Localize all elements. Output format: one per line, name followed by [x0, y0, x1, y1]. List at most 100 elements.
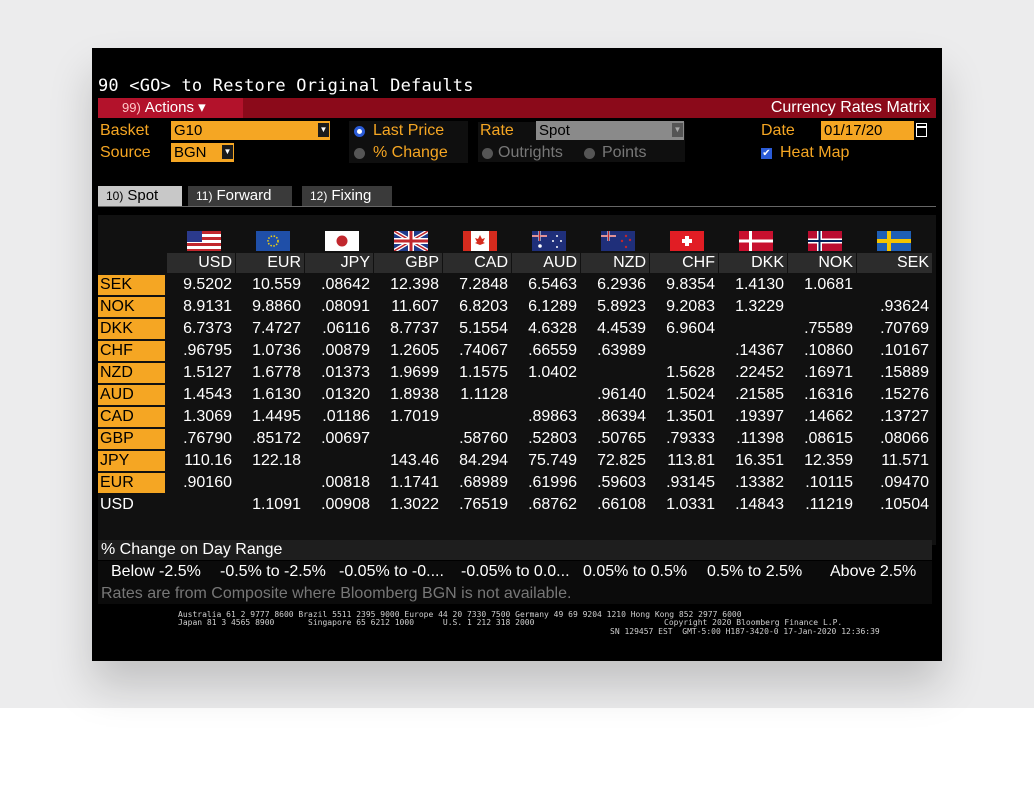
rate-cell[interactable]: .14662: [788, 407, 856, 427]
rate-cell[interactable]: 9.5202: [167, 275, 235, 295]
row-header-sek[interactable]: SEK: [98, 275, 165, 295]
rate-cell[interactable]: .19397: [719, 407, 787, 427]
points-radio[interactable]: [584, 148, 595, 159]
rate-cell[interactable]: .76790: [167, 429, 235, 449]
rate-cell[interactable]: .08066: [857, 429, 932, 449]
rate-cell[interactable]: 6.2936: [581, 275, 649, 295]
rate-cell[interactable]: 1.3069: [167, 407, 235, 427]
outrights-label[interactable]: Outrights: [498, 144, 563, 162]
rate-cell[interactable]: .76519: [443, 495, 511, 515]
rate-cell[interactable]: .08642: [305, 275, 373, 295]
rate-cell[interactable]: .16971: [788, 363, 856, 383]
rate-cell[interactable]: .08615: [788, 429, 856, 449]
rate-cell[interactable]: 4.4539: [581, 319, 649, 339]
heat-map-checkbox[interactable]: ✔: [761, 148, 772, 159]
rate-cell[interactable]: 6.5463: [512, 275, 580, 295]
rate-cell[interactable]: .79333: [650, 429, 718, 449]
rate-cell[interactable]: [581, 363, 649, 383]
rate-cell[interactable]: 1.3501: [650, 407, 718, 427]
rate-select[interactable]: Spot ▼: [536, 121, 684, 140]
rate-cell[interactable]: .90160: [167, 473, 235, 493]
rate-cell[interactable]: .63989: [581, 341, 649, 361]
date-input[interactable]: 01/17/20: [821, 121, 914, 140]
rate-cell[interactable]: 113.81: [650, 451, 718, 471]
rate-cell[interactable]: 7.4727: [236, 319, 304, 339]
rate-cell[interactable]: 1.1741: [374, 473, 442, 493]
rate-cell[interactable]: .00908: [305, 495, 373, 515]
rate-cell[interactable]: 75.749: [512, 451, 580, 471]
tab-spot[interactable]: 10) Spot: [98, 186, 182, 206]
rate-cell[interactable]: .11398: [719, 429, 787, 449]
row-header-cad[interactable]: CAD: [98, 407, 165, 427]
rate-cell[interactable]: 1.4543: [167, 385, 235, 405]
rate-cell[interactable]: 6.8203: [443, 297, 511, 317]
rate-cell[interactable]: 84.294: [443, 451, 511, 471]
rate-cell[interactable]: 9.8860: [236, 297, 304, 317]
rate-cell[interactable]: .86394: [581, 407, 649, 427]
rate-cell[interactable]: .10504: [857, 495, 932, 515]
rate-cell[interactable]: 1.1091: [236, 495, 304, 515]
rate-cell[interactable]: 12.359: [788, 451, 856, 471]
rate-cell[interactable]: .08091: [305, 297, 373, 317]
rate-cell[interactable]: .01373: [305, 363, 373, 383]
rate-cell[interactable]: .93624: [857, 297, 932, 317]
rate-cell[interactable]: 1.6130: [236, 385, 304, 405]
rate-cell[interactable]: .58760: [443, 429, 511, 449]
row-header-aud[interactable]: AUD: [98, 385, 165, 405]
rate-cell[interactable]: 9.2083: [650, 297, 718, 317]
rate-cell[interactable]: [305, 451, 373, 471]
rate-cell[interactable]: .10167: [857, 341, 932, 361]
rate-cell[interactable]: .50765: [581, 429, 649, 449]
rate-cell[interactable]: .00697: [305, 429, 373, 449]
row-header-nok[interactable]: NOK: [98, 297, 165, 317]
row-header-gbp[interactable]: GBP: [98, 429, 165, 449]
outrights-radio[interactable]: [482, 148, 493, 159]
rate-cell[interactable]: [788, 297, 856, 317]
rate-cell[interactable]: 72.825: [581, 451, 649, 471]
basket-select[interactable]: G10 ▼: [171, 121, 330, 140]
rate-cell[interactable]: 6.1289: [512, 297, 580, 317]
rate-cell[interactable]: 1.7019: [374, 407, 442, 427]
rate-cell[interactable]: .96140: [581, 385, 649, 405]
rate-cell[interactable]: 1.0402: [512, 363, 580, 383]
rate-cell[interactable]: 1.4495: [236, 407, 304, 427]
rate-cell[interactable]: [719, 319, 787, 339]
rate-cell[interactable]: .70769: [857, 319, 932, 339]
rate-cell[interactable]: .15276: [857, 385, 932, 405]
rate-cell[interactable]: .74067: [443, 341, 511, 361]
rate-cell[interactable]: 1.8938: [374, 385, 442, 405]
rate-cell[interactable]: 5.8923: [581, 297, 649, 317]
rate-cell[interactable]: 1.1575: [443, 363, 511, 383]
rate-cell[interactable]: 1.2605: [374, 341, 442, 361]
rate-cell[interactable]: 1.6778: [236, 363, 304, 383]
rate-cell[interactable]: 6.7373: [167, 319, 235, 339]
rate-cell[interactable]: .10860: [788, 341, 856, 361]
rate-cell[interactable]: 1.3229: [719, 297, 787, 317]
rate-cell[interactable]: .06116: [305, 319, 373, 339]
rate-cell[interactable]: .68989: [443, 473, 511, 493]
rate-cell[interactable]: .61996: [512, 473, 580, 493]
rate-cell[interactable]: 11.571: [857, 451, 932, 471]
command-line[interactable]: 90 <GO> to Restore Original Defaults: [98, 76, 474, 96]
rate-cell[interactable]: 10.559: [236, 275, 304, 295]
rate-cell[interactable]: .52803: [512, 429, 580, 449]
rate-cell[interactable]: [443, 407, 511, 427]
pct-change-radio[interactable]: [354, 148, 365, 159]
rate-cell[interactable]: 16.351: [719, 451, 787, 471]
rate-cell[interactable]: .59603: [581, 473, 649, 493]
row-header-dkk[interactable]: DKK: [98, 319, 165, 339]
rate-cell[interactable]: .96795: [167, 341, 235, 361]
rate-cell[interactable]: .11219: [788, 495, 856, 515]
tab-forward[interactable]: 11) Forward: [188, 186, 292, 206]
rate-cell[interactable]: .14843: [719, 495, 787, 515]
rate-cell[interactable]: 1.5628: [650, 363, 718, 383]
rate-cell[interactable]: 8.9131: [167, 297, 235, 317]
rate-cell[interactable]: [857, 275, 932, 295]
rate-cell[interactable]: [236, 473, 304, 493]
pct-change-label[interactable]: % Change: [373, 144, 448, 162]
rate-cell[interactable]: .22452: [719, 363, 787, 383]
rate-cell[interactable]: .93145: [650, 473, 718, 493]
rate-cell[interactable]: .66108: [581, 495, 649, 515]
rate-cell[interactable]: .00818: [305, 473, 373, 493]
rate-cell[interactable]: [512, 385, 580, 405]
